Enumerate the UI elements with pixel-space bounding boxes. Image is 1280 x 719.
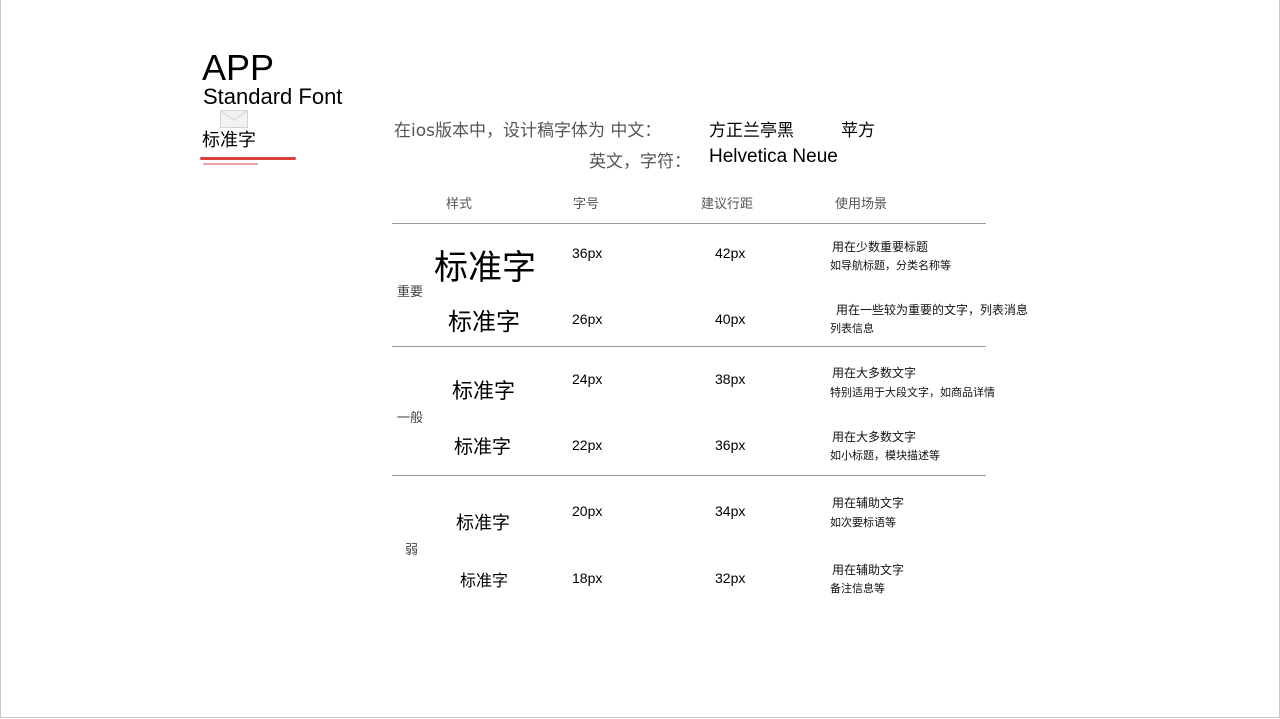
font-size-value: 22px — [572, 437, 603, 453]
intro-cn-font-2: 苹方 — [841, 121, 875, 141]
group-label-important: 重要 — [397, 285, 424, 300]
font-sample: 标准字 — [434, 248, 536, 288]
usage-text: 用在少数重要标题 — [832, 240, 929, 254]
line-height-value: 34px — [715, 503, 746, 519]
usage-text: 用在辅助文字 — [832, 563, 905, 577]
intro-cn-label: 在ios版本中，设计稿字体为 中文： — [394, 121, 662, 141]
line-height-value: 36px — [715, 437, 746, 453]
app-title: APP — [202, 47, 275, 88]
font-sample: 标准字 — [448, 308, 520, 336]
page-frame — [0, 0, 1280, 718]
usage-text: 用在大多数文字 — [832, 430, 917, 444]
usage-example: 特别适用于大段文字，如商品详情 — [830, 386, 995, 399]
usage-example: 如小标题，模块描述等 — [830, 449, 940, 462]
font-size-value: 36px — [572, 245, 603, 261]
group-label-normal: 一般 — [397, 411, 424, 426]
line-height-value: 42px — [715, 245, 746, 261]
title-underline — [200, 157, 296, 160]
intro-en-label: 英文，字符： — [589, 152, 691, 172]
column-header-style: 样式 — [446, 197, 473, 212]
table-divider — [392, 223, 986, 224]
group-label-weak: 弱 — [405, 543, 419, 558]
usage-text: 用在辅助文字 — [832, 496, 905, 510]
envelope-icon — [220, 110, 248, 128]
line-height-value: 40px — [715, 311, 746, 327]
line-height-value: 32px — [715, 570, 746, 586]
usage-example: 如导航标题，分类名称等 — [830, 259, 951, 272]
app-subtitle: Standard Font — [203, 84, 343, 109]
column-header-size: 字号 — [573, 197, 600, 212]
font-size-value: 18px — [572, 570, 603, 586]
column-header-leading: 建议行距 — [701, 197, 754, 212]
usage-example: 如次要标语等 — [830, 516, 896, 529]
font-sample: 标准字 — [454, 436, 512, 458]
font-sample: 标准字 — [456, 513, 510, 534]
column-header-usage: 使用场景 — [835, 197, 888, 212]
font-sample: 标准字 — [452, 379, 515, 403]
section-title: 标准字 — [202, 130, 256, 151]
intro-en-font: Helvetica Neue — [709, 146, 838, 167]
font-sample: 标准字 — [460, 571, 509, 590]
title-underline-secondary — [203, 163, 258, 165]
table-divider — [392, 346, 986, 347]
font-size-value: 24px — [572, 371, 603, 387]
line-height-value: 38px — [715, 371, 746, 387]
font-size-value: 26px — [572, 311, 603, 327]
usage-text: 用在大多数文字 — [832, 366, 917, 380]
usage-text: 用在一些较为重要的文字，列表消息 — [836, 303, 1029, 317]
font-size-value: 20px — [572, 503, 603, 519]
intro-cn-font-1: 方正兰亭黑 — [709, 121, 794, 141]
table-divider — [392, 475, 986, 476]
usage-example: 备注信息等 — [830, 582, 885, 595]
usage-example: 列表信息 — [830, 322, 874, 335]
